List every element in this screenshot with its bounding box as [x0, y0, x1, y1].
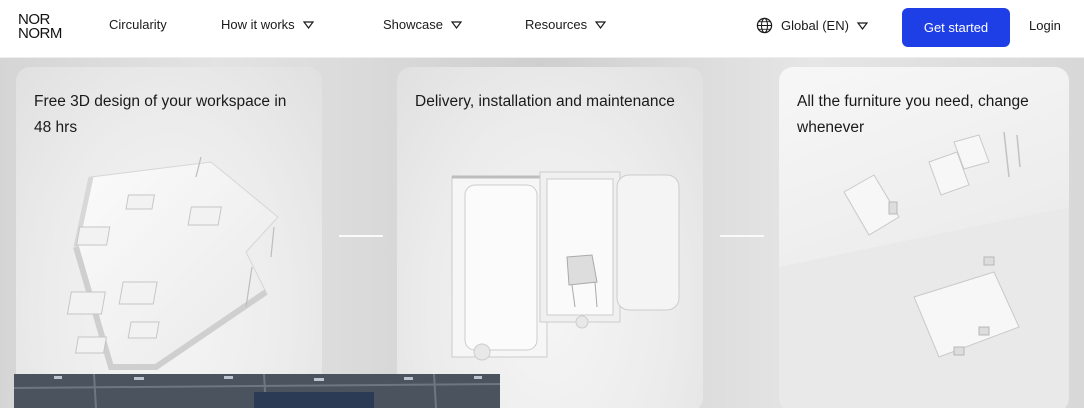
how-it-works-hero: Free 3D design of your workspace in 48 h…: [0, 58, 1084, 408]
nav-item-how-it-works[interactable]: How it works: [221, 17, 314, 32]
furniture-crates-illustration: [451, 171, 680, 361]
step-connector: [720, 235, 764, 237]
logo-line-2: NORM: [18, 25, 62, 42]
chevron-down-icon: [302, 20, 314, 29]
chevron-down-icon: [856, 21, 868, 30]
warehouse-image: [14, 374, 500, 408]
step-card-delivery: Delivery, installation and maintenance: [397, 67, 703, 408]
locale-selector[interactable]: Global (EN): [756, 17, 868, 34]
nav-item-resources[interactable]: Resources: [525, 17, 607, 32]
step-title: Free 3D design of your workspace in 48 h…: [34, 93, 287, 136]
login-link[interactable]: Login: [1029, 18, 1061, 33]
nav-label: Showcase: [383, 17, 443, 32]
locale-label: Global (EN): [781, 18, 849, 33]
nav-label: Circularity: [109, 17, 167, 32]
logo[interactable]: NOR NORM: [18, 12, 62, 42]
step-connector: [339, 235, 383, 237]
nav-label: Resources: [525, 17, 588, 32]
step-card-design: Free 3D design of your workspace in 48 h…: [16, 67, 322, 408]
globe-icon: [756, 17, 773, 34]
nav-label: How it works: [221, 17, 295, 32]
nav-item-showcase[interactable]: Showcase: [383, 17, 462, 32]
nav-item-circularity[interactable]: Circularity: [109, 17, 167, 32]
chevron-down-icon: [595, 20, 607, 29]
warehouse-photo: [14, 374, 500, 408]
step-title: Delivery, installation and maintenance: [415, 93, 675, 110]
get-started-button[interactable]: Get started: [902, 8, 1010, 47]
chevron-down-icon: [450, 20, 462, 29]
site-header: NOR NORM Circularity How it works Showca…: [0, 0, 1084, 58]
step-card-furniture: All the furniture you need, change whene…: [779, 67, 1069, 408]
step-title: All the furniture you need, change whene…: [797, 93, 1029, 136]
